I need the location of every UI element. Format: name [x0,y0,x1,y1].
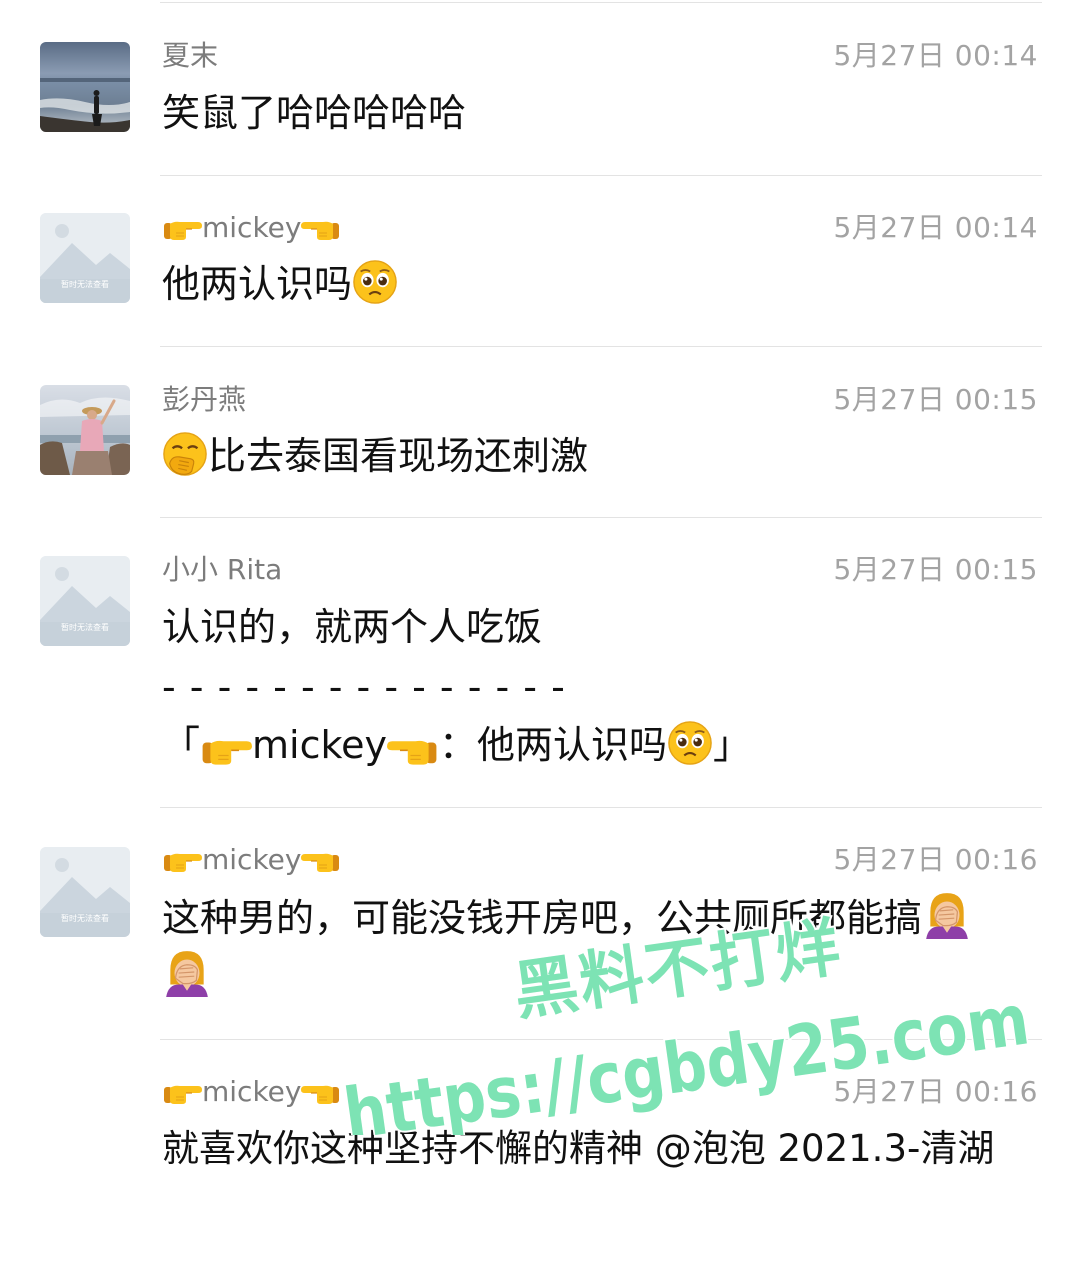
pleading-face-icon [352,259,398,305]
nickname[interactable]: 彭丹燕 [162,383,246,417]
avatar-caption: 暂时无法查看 [61,280,109,289]
nickname-text: mickey [202,843,302,876]
pointing-left-icon [301,1079,341,1105]
nickname[interactable]: 小小 Rita [162,553,282,587]
pointing-left-icon [387,732,439,766]
timestamp: 5月27日 00:14 [833,39,1038,72]
avatar[interactable]: 暂时无法查看 [40,556,130,646]
separator-line: - - - - - - - - - - - - - - - [162,665,566,709]
comment-text-content: 他两认识吗 [162,262,353,306]
comment-item[interactable]: 彭丹燕 5月27日 00:15 比去泰国看现场还刺激 [0,347,1082,518]
quote-open-bracket: 「 [162,723,201,767]
facepalm-icon [922,889,972,939]
nickname-text: mickey [202,211,302,244]
nickname[interactable]: mickey [162,211,341,245]
quote-close-bracket: 」 [713,723,752,767]
timestamp: 5月27日 00:14 [833,211,1038,244]
nickname[interactable]: mickey [162,1075,341,1109]
hand-over-mouth-icon [162,431,208,477]
comment-text: 比去泰国看现场还刺激 [162,427,588,485]
comment-item[interactable]: 夏末 5月27日 00:14 笑鼠了哈哈哈哈哈 [0,0,1082,176]
avatar[interactable] [40,42,130,132]
comment-text: 就喜欢你这种坚持不懈的精神 @泡泡 2021.3-清湖 [162,1127,995,1170]
pointing-right-icon [162,1079,202,1105]
comment-text: 他两认识吗 [162,255,398,313]
nickname[interactable]: 夏末 [162,39,218,73]
timestamp: 5月27日 00:16 [833,843,1038,876]
quoted-reply: 「 mickey ：他两认识吗 」 [162,716,751,774]
quoted-text: ：他两认识吗 [439,723,668,767]
avatar-caption: 暂时无法查看 [61,914,109,923]
avatar[interactable]: 暂时无法查看 [40,213,130,303]
pointing-left-icon [301,215,341,241]
comment-text: 这种男的，可能没钱开房吧，公共厕所都能搞 [162,889,972,947]
timestamp: 5月27日 00:16 [833,1075,1038,1108]
pointing-right-icon [200,732,252,766]
comment-item[interactable]: 暂时无法查看 小小 Rita 5月27日 00:15 认识的，就两个人吃饭 - … [0,518,1082,808]
woman-seaside-photo-icon [40,385,130,475]
comment-item[interactable]: mickey 5月27日 00:16 就喜欢你这种坚持不懈的精神 @泡泡 202… [0,1040,1082,1280]
nickname[interactable]: mickey [162,843,341,877]
comment-item[interactable]: 暂时无法查看 mickey 5月27日 00:16 这种男的，可能没钱开房吧，公… [0,808,1082,1040]
nickname-text: mickey [202,1075,302,1108]
comment-text-line2 [162,947,212,1005]
pointing-right-icon [162,847,202,873]
quoted-nickname: mickey [252,723,388,767]
pleading-face-icon [667,720,713,766]
pointing-left-icon [301,847,341,873]
comment-text-content: 这种男的，可能没钱开房吧，公共厕所都能搞 [162,896,923,940]
avatar[interactable]: 暂时无法查看 [40,847,130,937]
timestamp: 5月27日 00:15 [833,383,1038,416]
comment-text-content: 比去泰国看现场还刺激 [208,434,589,478]
timestamp: 5月27日 00:15 [833,553,1038,586]
avatar[interactable] [40,385,130,475]
facepalm-icon [162,947,212,997]
comment-text: 笑鼠了哈哈哈哈哈 [162,91,467,135]
beach-silhouette-photo-icon [40,42,130,132]
avatar-caption: 暂时无法查看 [61,623,109,632]
comment-text: 认识的，就两个人吃饭 [162,605,543,649]
comment-item[interactable]: 暂时无法查看 mickey 5月27日 00:14 他两认识吗 [0,176,1082,347]
pointing-right-icon [162,215,202,241]
